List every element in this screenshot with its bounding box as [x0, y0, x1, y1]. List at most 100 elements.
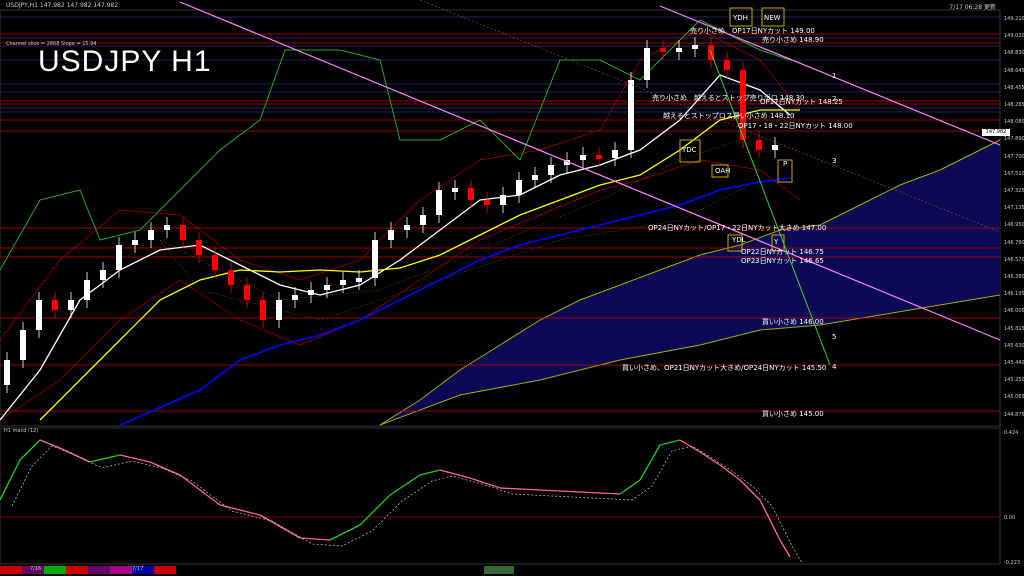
- channel-mark: 4: [832, 363, 837, 371]
- candle-body: [628, 80, 634, 150]
- time-bar-segment: [66, 566, 88, 574]
- candle-body: [68, 300, 74, 310]
- candle-body: [244, 285, 250, 300]
- box-label-new: NEW: [764, 14, 781, 22]
- channel-mark: 1: [832, 72, 837, 80]
- candle-body: [36, 300, 42, 330]
- candle-body: [212, 255, 218, 270]
- candle-body: [52, 300, 58, 310]
- price-tick: 147.135: [1004, 205, 1024, 212]
- candle-body: [276, 300, 282, 320]
- candle-body: [20, 330, 26, 360]
- price-tick: 145.065: [1004, 394, 1024, 401]
- channel-mark: 3: [832, 157, 837, 165]
- box-label-oah: OAH: [715, 167, 731, 175]
- update-time: 7/17 06:28 更新: [949, 4, 996, 11]
- price-tick: 148.830: [1004, 50, 1024, 57]
- price-tick: 148.080: [1004, 119, 1024, 126]
- candle-body: [356, 278, 362, 282]
- channel-mark: 5: [832, 333, 837, 341]
- box-label-ydl: YDL: [732, 236, 746, 244]
- candle-body: [452, 188, 458, 192]
- candle-body: [612, 150, 618, 158]
- price-tick: 147.510: [1004, 170, 1024, 177]
- channel-info: Channel slice = 2868 Slope = 15.94: [6, 41, 97, 47]
- chart-stage: [0, 0, 1024, 576]
- price-tick: 145.815: [1004, 325, 1024, 332]
- candle-body: [164, 225, 170, 230]
- candle-body: [4, 360, 10, 385]
- candle-body: [468, 188, 474, 200]
- box-label-ydh: YDH: [733, 14, 748, 22]
- level-label: OP24日NYカット/OP17・22日NYカット大きめ 147.00: [648, 224, 827, 232]
- candle-body: [772, 145, 778, 150]
- candle-body: [84, 280, 90, 300]
- time-bar-segment: [44, 566, 66, 574]
- level-label: OP17・18・22日NYカット 148.00: [738, 122, 853, 130]
- price-tick: 145.440: [1004, 360, 1024, 366]
- candle-body: [100, 270, 106, 280]
- symbol-info: USDJPY,H1 147.982 147.982 147.982: [6, 2, 119, 9]
- box-label-y: Y: [774, 238, 779, 246]
- candle-body: [372, 240, 378, 278]
- price-tick: 146.005: [1004, 308, 1024, 315]
- macd-tick: 0.424: [1004, 430, 1019, 436]
- candle-body: [596, 155, 602, 159]
- candle-body: [692, 45, 698, 49]
- price-tick: 147.700: [1004, 153, 1024, 160]
- candle-body: [132, 240, 138, 245]
- candle-body: [724, 60, 730, 70]
- candle-body: [180, 225, 186, 240]
- candle-body: [532, 175, 538, 180]
- candle-body: [516, 180, 522, 195]
- level-label: 越えるとストップロス買い小さめ 148.10: [663, 112, 795, 120]
- candle-body: [388, 230, 394, 240]
- candle-body: [580, 155, 586, 160]
- candle-body: [404, 225, 410, 230]
- candle-body: [500, 195, 506, 205]
- candle-body: [548, 165, 554, 175]
- price-tick: 149.210: [1004, 16, 1024, 22]
- candle-body: [308, 290, 314, 295]
- candle-body: [660, 48, 666, 52]
- price-tick: 146.760: [1004, 239, 1024, 246]
- box-label-p: P: [783, 160, 788, 168]
- level-label: 売り小さめ 148.90: [762, 36, 824, 44]
- candle-body: [756, 140, 762, 150]
- time-label: 7/17: [132, 566, 144, 572]
- macd-tick: 0.00: [1004, 515, 1016, 521]
- candle-body: [116, 245, 122, 270]
- price-tick: 144.875: [1004, 411, 1024, 418]
- level-label: 買い小さめ、OP21日NYカット大きめ/OP24日NYカット 145.50: [622, 364, 827, 372]
- candle-body: [340, 280, 346, 285]
- price-tick: 145.630: [1004, 342, 1024, 349]
- price-tick: 146.195: [1004, 291, 1024, 298]
- candle-body: [324, 285, 330, 290]
- price-tick: 147.325: [1004, 188, 1024, 194]
- level-label: 買い小さめ 145.00: [762, 410, 824, 418]
- time-bar-segment: [88, 566, 110, 574]
- price-tick: 146.950: [1004, 222, 1024, 229]
- candle-body: [148, 230, 154, 240]
- macd-tick: -0.223: [1004, 560, 1021, 566]
- candle-body: [484, 200, 490, 205]
- channel-mark: 2: [832, 95, 837, 103]
- candle-body: [420, 215, 426, 225]
- box-label-ydc: YDC: [682, 146, 697, 154]
- candle-body: [196, 240, 202, 255]
- candle-body: [292, 295, 298, 300]
- price-tick: 147.890: [1004, 136, 1024, 143]
- time-bar-segment: [110, 566, 132, 574]
- price-tick: 148.455: [1004, 84, 1024, 91]
- level-label: OP17日NYカット 148.25: [760, 98, 843, 106]
- price-tick: 148.265: [1004, 102, 1024, 108]
- price-tick: 146.570: [1004, 256, 1024, 263]
- time-bar-segment: [0, 566, 22, 574]
- level-label: 買い小さめ 146.00: [762, 318, 824, 326]
- macd-title: H1 macd (12): [4, 428, 39, 434]
- candle-body: [644, 48, 650, 80]
- price-tick: 146.380: [1004, 274, 1024, 280]
- chart-title: USDJPY H1: [38, 45, 212, 78]
- time-bar-segment: [154, 566, 176, 574]
- time-label: 7/16: [30, 566, 42, 572]
